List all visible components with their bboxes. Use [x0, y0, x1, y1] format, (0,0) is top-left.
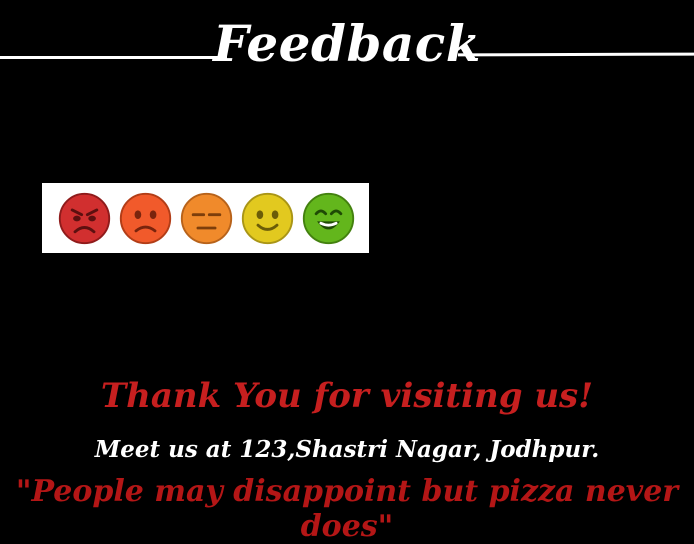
happy-face-icon[interactable] [300, 190, 357, 247]
sad-face-icon[interactable] [117, 190, 174, 247]
angry-face-icon[interactable] [56, 190, 113, 247]
thank-you-message: Thank You for visiting us! [100, 376, 594, 416]
page-title: Feedback [213, 14, 481, 73]
address-text: Meet us at 123,Shastri Nagar, Jodhpur. [94, 436, 600, 463]
smile-face-icon[interactable] [239, 190, 296, 247]
neutral-face-icon[interactable] [178, 190, 235, 247]
rating-panel [42, 183, 369, 253]
pizza-quote: "People may disappoint but pizza never d… [15, 474, 679, 544]
